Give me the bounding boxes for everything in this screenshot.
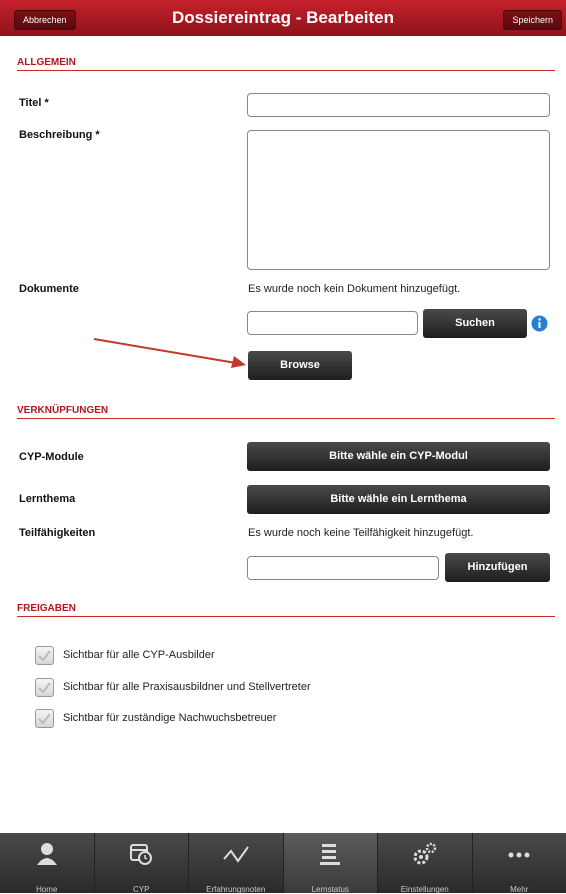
topic-select[interactable]: Bitte wähle ein Lernthema bbox=[247, 485, 550, 514]
share-option-supervisors[interactable]: Sichtbar für zuständige Nachwuchsbetreue… bbox=[35, 708, 276, 728]
skill-input[interactable] bbox=[247, 556, 439, 580]
share-option-label: Sichtbar für alle CYP-Ausbilder bbox=[63, 649, 215, 661]
description-label: Beschreibung * bbox=[19, 129, 100, 141]
tab-bar: Home CYP Erfahrungsnoten Lernstatus Eins… bbox=[0, 833, 566, 893]
search-button[interactable]: Suchen bbox=[423, 309, 527, 338]
annotation-arrow bbox=[90, 335, 250, 370]
tab-more[interactable]: Mehr bbox=[473, 833, 566, 893]
info-icon[interactable] bbox=[531, 315, 548, 332]
checkbox[interactable] bbox=[35, 678, 54, 697]
user-icon bbox=[0, 841, 94, 872]
topic-label: Lernthema bbox=[19, 493, 75, 505]
description-textarea[interactable] bbox=[247, 130, 550, 270]
documents-empty-text: Es wurde noch kein Dokument hinzugefügt. bbox=[248, 283, 460, 295]
share-option-practice-trainers[interactable]: Sichtbar für alle Praxisausbildner und S… bbox=[35, 677, 311, 697]
share-option-label: Sichtbar für alle Praxisausbildner und S… bbox=[63, 681, 311, 693]
skills-empty-text: Es wurde noch keine Teilfähigkeit hinzug… bbox=[248, 527, 473, 539]
tab-experience-grades[interactable]: Erfahrungsnoten bbox=[189, 833, 284, 893]
page-title: Dossiereintrag - Bearbeiten bbox=[0, 0, 566, 36]
document-path-input[interactable] bbox=[247, 311, 418, 335]
more-icon bbox=[473, 841, 566, 872]
cancel-button[interactable]: Abbrechen bbox=[14, 10, 76, 30]
gears-icon bbox=[378, 841, 472, 872]
chart-line-icon bbox=[189, 841, 283, 872]
save-button[interactable]: Speichern bbox=[503, 10, 562, 30]
header-bar: Dossiereintrag - Bearbeiten Abbrechen Sp… bbox=[0, 0, 566, 36]
skills-label: Teilfähigkeiten bbox=[19, 527, 95, 539]
browse-button[interactable]: Browse bbox=[248, 351, 352, 380]
documents-label: Dokumente bbox=[19, 283, 79, 295]
tab-settings[interactable]: Einstellungen bbox=[378, 833, 473, 893]
tab-cyp[interactable]: CYP bbox=[95, 833, 190, 893]
list-icon bbox=[284, 841, 378, 872]
add-skill-button[interactable]: Hinzufügen bbox=[445, 553, 550, 582]
checkbox[interactable] bbox=[35, 646, 54, 665]
share-option-cyp-trainers[interactable]: Sichtbar für alle CYP-Ausbilder bbox=[35, 645, 215, 665]
section-links-title: VERKNÜPFUNGEN bbox=[17, 405, 555, 419]
tab-learning-status[interactable]: Lernstatus bbox=[284, 833, 379, 893]
title-input[interactable] bbox=[247, 93, 550, 117]
share-option-label: Sichtbar für zuständige Nachwuchsbetreue… bbox=[63, 712, 276, 724]
calendar-clock-icon bbox=[95, 841, 189, 872]
section-sharing-title: FREIGABEN bbox=[17, 603, 555, 617]
title-label: Titel * bbox=[19, 97, 49, 109]
tab-home[interactable]: Home bbox=[0, 833, 95, 893]
section-general-title: ALLGEMEIN bbox=[17, 57, 555, 71]
checkbox[interactable] bbox=[35, 709, 54, 728]
cyp-module-select[interactable]: Bitte wähle ein CYP-Modul bbox=[247, 442, 550, 471]
cyp-modules-label: CYP-Module bbox=[19, 451, 84, 463]
